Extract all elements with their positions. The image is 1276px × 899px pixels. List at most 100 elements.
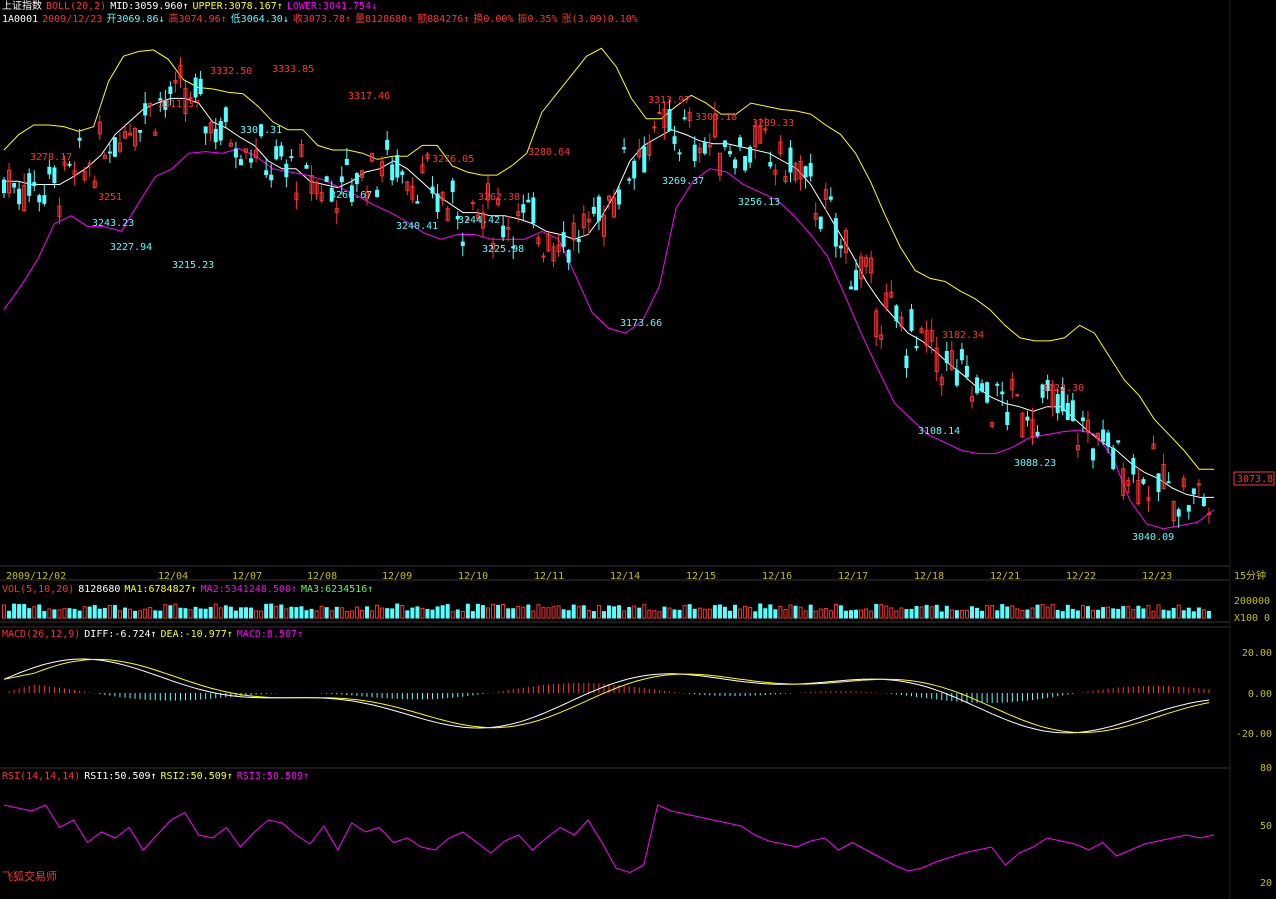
candle-body [1111,447,1116,470]
vol-title: VOL(5,10,20) [2,584,75,595]
volume-bar [153,610,158,619]
candle-body [198,78,203,95]
volume-bar [778,606,783,619]
candle-body [435,193,440,212]
macd-dea: DEA:-10.977↑ [160,629,233,640]
low-label: 3173.66 [620,318,662,329]
volume-bar [838,605,843,619]
volume-bar [117,610,122,619]
volume-bar [788,604,793,619]
volume-bar [677,609,682,619]
date-label: 12/16 [762,571,792,582]
volume-bar [627,607,632,619]
boll-lower: LOWER:3041.754↓ [286,1,378,12]
rsi-2: RSI2:50.509↑ [160,771,233,782]
date-label: 12/14 [610,571,640,582]
low-label: 3269.37 [662,176,704,187]
candle-body [1000,391,1005,395]
volume-bar [738,608,743,619]
volume-bar [223,605,228,619]
volume-bar [566,610,571,619]
volume-bar [274,605,279,619]
volume-bar [1025,609,1030,619]
candle-body [168,86,173,94]
volume-bar [546,607,551,619]
volume-bar [264,603,269,619]
high-label: 3303.18 [695,112,737,123]
candle-body [521,204,526,213]
volume-bar [7,610,12,619]
candle-body [677,152,682,155]
volume-bar [1121,606,1126,619]
low-label: 3088.23 [1014,458,1056,469]
volume-bar [228,606,233,619]
volume-bar [964,609,969,619]
candle-body [652,126,657,129]
volume-bar [1161,609,1166,619]
candle-body [67,163,72,166]
volume-bar [460,611,465,619]
candle-body [627,178,632,181]
volume-bar [299,606,304,619]
volume-bar [652,610,657,619]
volume-bar [334,606,339,619]
volume-bar [818,608,823,619]
vol-axis-label: 200000 [1234,596,1270,607]
boll-upper: UPPER:3078.167↑ [192,1,283,12]
candle-body [390,164,395,181]
volume-bar [995,610,1000,619]
date-label: 12/10 [458,571,488,582]
stock-chart[interactable]: 3278.17 3311.37 3332.50 3333.85 3317.46 3276.… [0,0,1276,899]
volume-bar [385,608,390,619]
volume-bar [339,607,344,619]
volume-bar [27,608,32,619]
low-label: 3215.23 [172,260,214,271]
candle-body [914,346,919,349]
volume-bar [1015,608,1020,619]
volume-bar [329,610,334,619]
candle-body [1106,432,1111,447]
volume-bar [1111,608,1116,619]
volume-bar [1091,609,1095,619]
volume-bar [491,603,496,619]
volume-bar [244,607,248,619]
volume-bar [939,611,944,619]
volume-bar [1151,610,1156,619]
volume-bar [97,608,102,619]
volume-bar [1106,606,1111,619]
vol-ma1: MA1:6784827↑ [124,584,197,595]
volume-bar [859,609,864,619]
volume-bar [435,606,440,619]
volume-bar [390,608,395,619]
date-label: 2009/12/02 [6,571,66,582]
volume-bar [1070,608,1075,619]
candle-body [838,245,843,249]
quote-date: 2009/12/23 [42,14,103,25]
high-label: 3278.17 [30,152,72,163]
volume-bar [1055,609,1060,619]
candle-body [541,255,546,258]
candle-body [591,206,596,214]
candle-body [1141,479,1146,484]
volume-bar [400,605,405,619]
volume-bar [581,605,586,619]
volume-bar [1131,609,1136,619]
volume-bar [591,611,596,619]
volume-bar [632,605,637,619]
candle-body [1186,505,1191,512]
volume-bar [284,608,289,619]
candle-body [975,377,980,394]
low-label: 3244.42 [458,215,500,226]
candle-body [985,382,990,403]
candle-body [274,146,279,160]
volume-bar [1116,608,1121,619]
candle-body [833,218,838,247]
candle-body [743,156,748,171]
quote-high: 高3074.96↑ [168,14,227,25]
volume-bar [1040,603,1045,619]
volume-bar [304,610,309,619]
candle-body [1166,481,1171,484]
low-label: 3227.94 [110,242,152,253]
vol-axis-label: 0 [1264,613,1270,624]
volume-bar [1030,607,1035,619]
